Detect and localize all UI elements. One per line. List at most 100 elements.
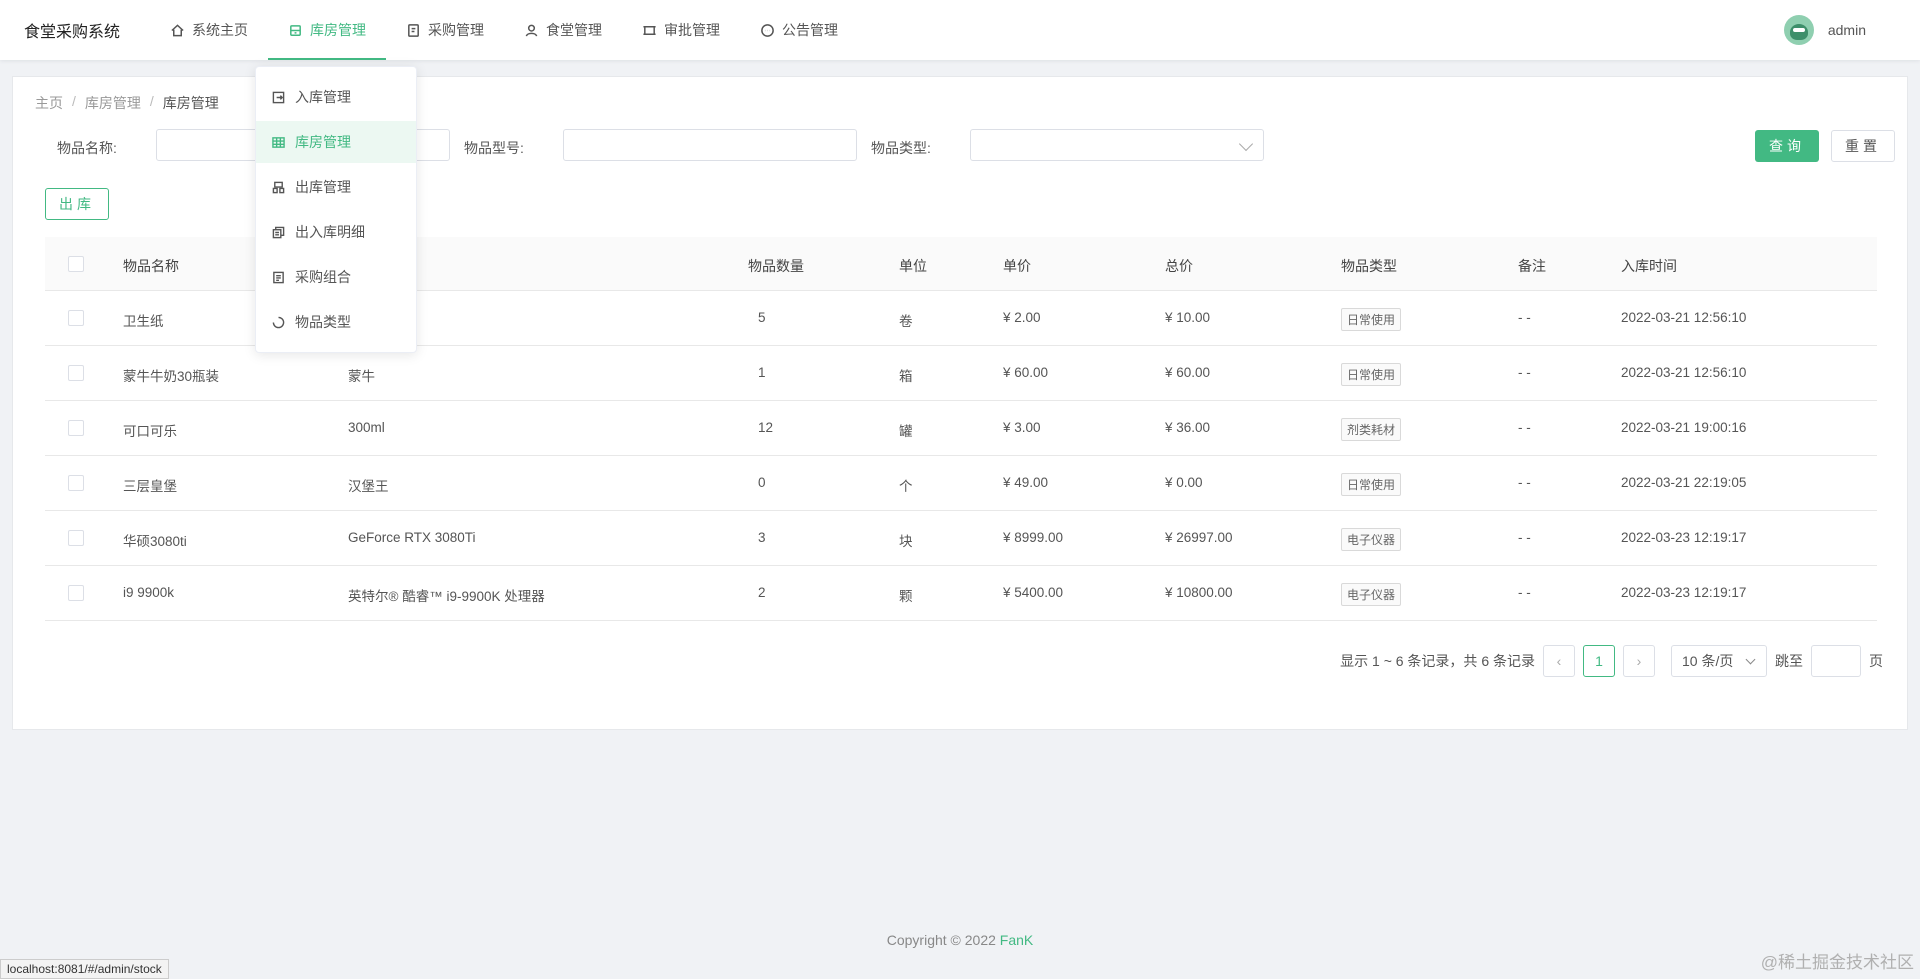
query-button[interactable]: 查询: [1755, 130, 1819, 162]
cell-remark: - -: [1518, 530, 1531, 545]
header-name: 物品名称: [123, 258, 179, 274]
cell-qty: 2: [758, 585, 766, 600]
table-row[interactable]: 华硕3080ti GeForce RTX 3080Ti 3 块 ¥ 8999.00 ¥ 2…: [45, 511, 1877, 566]
cell-total: ¥ 10.00: [1165, 310, 1211, 325]
copyright-text: Copyright © 2022: [886, 932, 996, 948]
cell-total: ¥ 36.00: [1165, 420, 1211, 435]
top-navbar: 食堂采购系统 系统主页 库房管理 采购管理 食堂管理 审批管理 公告管理 adm…: [0, 0, 1920, 60]
footer: Copyright © 2022 FanK: [0, 932, 1920, 948]
row-checkbox[interactable]: [68, 585, 84, 601]
nav-item-notice[interactable]: 公告管理: [740, 0, 858, 60]
cell-qty: 3: [758, 530, 766, 545]
select-all-checkbox[interactable]: [68, 256, 84, 272]
stock-out-icon: [272, 181, 285, 193]
cell-total: ¥ 0.00: [1165, 475, 1203, 490]
table-row[interactable]: 三层皇堡 汉堡王 0 个 ¥ 49.00 ¥ 0.00 日常使用 - - 2022-03-21 …: [45, 456, 1877, 511]
cell-name: i9 9900k: [123, 585, 175, 600]
dropdown-item-combo[interactable]: 采购组合: [256, 256, 416, 298]
home-icon: [171, 23, 184, 36]
notice-icon: [761, 23, 774, 37]
cell-total: ¥ 26997.00: [1165, 530, 1233, 545]
row-checkbox[interactable]: [68, 475, 84, 491]
dropdown-item-stock-in[interactable]: 入库管理: [256, 76, 416, 118]
type-icon: [272, 316, 285, 328]
dropdown-item-label: 采购组合: [295, 269, 351, 285]
header-price: 单价: [1003, 258, 1031, 274]
dropdown-item-label: 入库管理: [295, 89, 351, 105]
header-total: 总价: [1165, 258, 1193, 274]
dropdown-item-label: 出入库明细: [295, 224, 365, 240]
username: admin: [1827, 22, 1866, 38]
header-qty: 物品数量: [748, 258, 804, 274]
nav-item-canteen[interactable]: 食堂管理: [504, 0, 622, 60]
detail-icon: [272, 226, 285, 238]
breadcrumb-current: 库房管理: [162, 95, 219, 111]
nav-item-label: 系统主页: [192, 22, 248, 38]
jump-label: 跳至: [1775, 653, 1803, 669]
nav-item-home[interactable]: 系统主页: [150, 0, 268, 60]
dropdown-item-type[interactable]: 物品类型: [256, 301, 416, 343]
approval-icon: [643, 25, 656, 35]
page-size-select[interactable]: 10 条/页: [1671, 645, 1767, 677]
cell-unit: 个: [899, 479, 913, 494]
watermark: @稀土掘金技术社区: [1760, 953, 1914, 972]
row-checkbox[interactable]: [68, 365, 84, 381]
table-row[interactable]: 蒙牛牛奶30瓶装 蒙牛 1 箱 ¥ 60.00 ¥ 60.00 日常使用 - - 2022-03…: [45, 346, 1877, 401]
dropdown-item-detail[interactable]: 出入库明细: [256, 211, 416, 253]
table-row[interactable]: 可口可乐 300ml 12 罐 ¥ 3.00 ¥ 36.00 剂类耗材 - - 2022-03-…: [45, 401, 1877, 456]
stock-in-icon: [272, 91, 285, 103]
nav-item-purchase[interactable]: 采购管理: [386, 0, 504, 60]
cell-remark: - -: [1518, 475, 1531, 490]
header-type: 物品类型: [1341, 258, 1397, 274]
name-label: 物品名称:: [57, 140, 117, 156]
dropdown-item-label: 出库管理: [295, 179, 351, 195]
prev-page-button[interactable]: ‹: [1543, 645, 1575, 677]
nav-item-approval[interactable]: 审批管理: [622, 0, 740, 60]
reset-button[interactable]: 重置: [1831, 130, 1895, 162]
author-link[interactable]: FanK: [1000, 932, 1033, 948]
cell-time: 2022-03-21 12:56:10: [1621, 365, 1747, 380]
model-label: 物品型号:: [464, 140, 524, 156]
stock-out-button[interactable]: 出库: [45, 188, 109, 220]
header-time: 入库时间: [1621, 258, 1677, 274]
model-input[interactable]: [563, 129, 857, 161]
warehouse-icon: [290, 24, 301, 36]
cell-model: 300ml: [348, 420, 385, 435]
header-unit: 单位: [899, 258, 927, 274]
cell-remark: - -: [1518, 365, 1531, 380]
breadcrumb-level1[interactable]: 库房管理: [85, 93, 141, 113]
cell-price: ¥ 2.00: [1003, 310, 1041, 325]
cell-unit: 箱: [899, 369, 913, 384]
row-checkbox[interactable]: [68, 420, 84, 436]
page-button-current[interactable]: 1: [1583, 645, 1615, 677]
type-select[interactable]: [970, 129, 1264, 161]
cell-remark: - -: [1518, 310, 1531, 325]
warehouse-dropdown-menu: 入库管理 库房管理 出库管理 出入库明细 采购组合 物品类型: [255, 66, 417, 353]
dropdown-item-stock-out[interactable]: 出库管理: [256, 166, 416, 208]
cell-time: 2022-03-23 12:19:17: [1621, 530, 1747, 545]
pagination: 显示 1 ~ 6 条记录，共 6 条记录 ‹ 1 › 10 条/页 跳至 页: [1340, 645, 1883, 677]
cell-unit: 颗: [899, 589, 913, 604]
cell-time: 2022-03-21 22:19:05: [1621, 475, 1747, 490]
jump-page-input[interactable]: [1811, 645, 1861, 677]
breadcrumb-home[interactable]: 主页: [35, 93, 63, 113]
cell-price: ¥ 49.00: [1003, 475, 1049, 490]
table-row[interactable]: i9 9900k 英特尔® 酷睿™ i9-9900K 处理器 2 颗 ¥ 5400.00…: [45, 566, 1877, 621]
dropdown-item-warehouse[interactable]: 库房管理: [256, 121, 416, 163]
combo-icon: [273, 271, 284, 283]
cell-remark: - -: [1518, 420, 1531, 435]
cell-model: 蒙牛: [348, 369, 375, 384]
app-title[interactable]: 食堂采购系统: [0, 18, 150, 42]
cell-price: ¥ 60.00: [1003, 365, 1049, 380]
cell-type: 日常使用: [1341, 363, 1402, 386]
row-checkbox[interactable]: [68, 530, 84, 546]
page-suffix: 页: [1869, 653, 1883, 669]
cell-price: ¥ 8999.00: [1003, 530, 1064, 545]
row-checkbox[interactable]: [68, 310, 84, 326]
nav-item-warehouse[interactable]: 库房管理: [268, 0, 386, 60]
next-page-button[interactable]: ›: [1623, 645, 1655, 677]
nav-item-label: 食堂管理: [546, 22, 602, 38]
avatar[interactable]: [1783, 15, 1814, 45]
browser-status-bar: localhost:8081/#/admin/stock: [0, 959, 169, 979]
user-menu[interactable]: admin: [1783, 0, 1866, 60]
